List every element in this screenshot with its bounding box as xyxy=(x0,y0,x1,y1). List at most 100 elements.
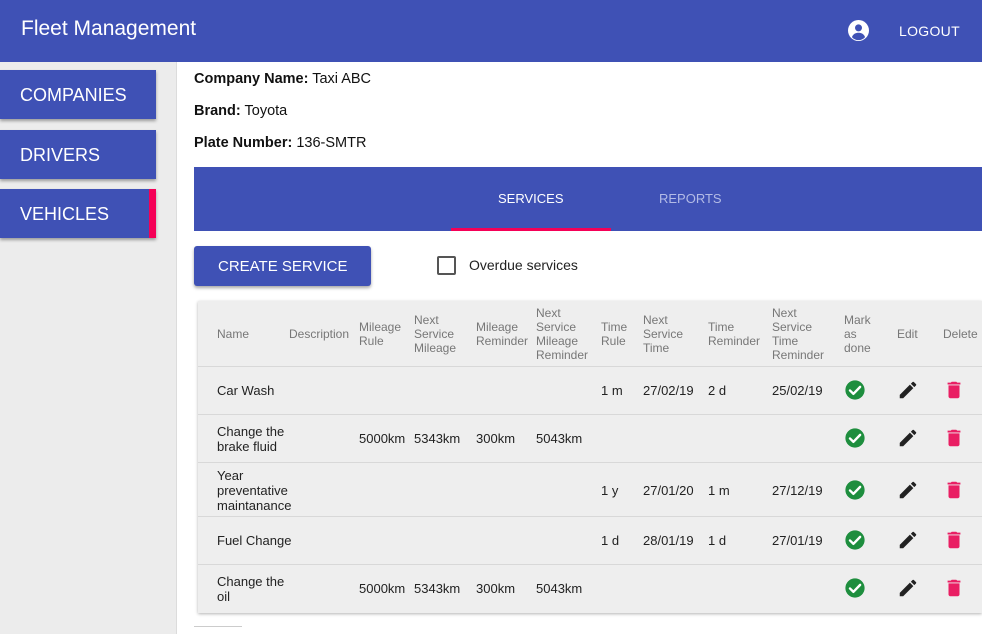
header-line: Next xyxy=(536,306,561,320)
cell-next-time-reminder: 27/01/19 xyxy=(772,533,823,548)
sidebar: COMPANIES DRIVERS VEHICLES xyxy=(0,62,177,634)
check-circle-icon[interactable] xyxy=(844,379,866,401)
edit-pencil-icon[interactable] xyxy=(897,427,919,449)
cell-time-rule: 1 d xyxy=(601,533,620,548)
cell-line: Change the xyxy=(217,424,285,439)
header-next-service-mileage-reminder: Next Service Mileage Reminder xyxy=(536,306,588,362)
account-circle-icon[interactable] xyxy=(848,20,869,41)
cell-time-reminder: 2 d xyxy=(708,383,727,398)
cell-next-time: 28/01/19 xyxy=(643,533,694,548)
sidebar-item-label: COMPANIES xyxy=(20,85,127,105)
header-line: Time xyxy=(708,320,735,334)
cell-time-reminder: 1 m xyxy=(708,483,730,498)
header-name: Name xyxy=(217,327,250,341)
header-mark-as-done: Mark as done xyxy=(844,313,871,355)
cell-next-mileage: 5343km xyxy=(414,431,461,446)
overdue-services-label: Overdue services xyxy=(469,257,578,273)
check-circle-icon[interactable] xyxy=(844,529,866,551)
header-line: Time xyxy=(643,341,670,355)
header-edit: Edit xyxy=(897,327,918,341)
sidebar-item-drivers[interactable]: DRIVERS xyxy=(0,130,156,179)
header-line: Service xyxy=(772,320,813,334)
app-title: Fleet Management xyxy=(21,17,197,40)
cell-line: oil xyxy=(217,589,231,604)
edit-pencil-icon[interactable] xyxy=(897,529,919,551)
logout-button[interactable]: LOGOUT xyxy=(899,23,960,39)
company-name-label: Company Name: xyxy=(194,71,309,87)
cell-time-rule: 1 m xyxy=(601,383,623,398)
create-service-label: CREATE SERVICE xyxy=(218,258,348,275)
header-line: Mark xyxy=(844,313,871,327)
header-line: Reminder xyxy=(708,334,761,348)
header-line: Time xyxy=(772,334,799,348)
cell-line: preventative xyxy=(217,483,288,498)
header-line: Reminder xyxy=(476,334,529,348)
delete-trash-icon[interactable] xyxy=(943,529,965,551)
header-mileage-rule: Mileage Rule xyxy=(359,320,401,348)
tab-bar: SERVICES REPORTS xyxy=(194,167,982,231)
header-line: Mileage xyxy=(359,320,402,334)
delete-trash-icon[interactable] xyxy=(943,577,965,599)
header-time-rule: Time Rule xyxy=(601,320,627,348)
header-description: Description xyxy=(289,327,350,341)
check-circle-icon[interactable] xyxy=(844,427,866,449)
header-time-reminder: Time Reminder xyxy=(708,320,760,348)
header-mileage-reminder: Mileage Reminder xyxy=(476,320,528,348)
cell-line: Fuel Change xyxy=(217,533,292,548)
plate-number-value: 136-SMTR xyxy=(296,135,367,151)
cell-name: Fuel Change xyxy=(217,533,291,548)
services-table: Name Description Mileage Rule Next Servi… xyxy=(198,301,982,613)
check-circle-icon[interactable] xyxy=(844,577,866,599)
header-line: Reminder xyxy=(536,348,589,362)
header-line: done xyxy=(844,341,871,355)
cell-name: Change the oil xyxy=(217,574,284,604)
header-next-service-time: Next Service Time xyxy=(643,313,683,355)
header-line: Reminder xyxy=(772,348,825,362)
cell-next-mileage: 5343km xyxy=(414,581,461,596)
table-row: Car Wash 1 m 27/02/19 2 d 25/02/19 xyxy=(198,366,982,415)
cell-next-time: 27/02/19 xyxy=(643,383,694,398)
header-line: Rule xyxy=(359,334,384,348)
company-name-value: Taxi ABC xyxy=(312,71,372,87)
header-line: Service xyxy=(536,320,577,334)
delete-trash-icon[interactable] xyxy=(943,479,965,501)
table-row: Year preventative maintanance 1 y 27/01/… xyxy=(198,462,982,517)
edit-pencil-icon[interactable] xyxy=(897,379,919,401)
header-line: Time xyxy=(601,320,628,334)
cell-name: Car Wash xyxy=(217,383,274,398)
cell-mileage-reminder: 300km xyxy=(476,581,516,596)
brand-line: Brand: Toyota xyxy=(194,103,287,119)
header-next-service-mileage: Next Service Mileage xyxy=(414,313,456,355)
header-line: as xyxy=(844,327,857,341)
sidebar-item-label: DRIVERS xyxy=(20,145,101,165)
overdue-services-checkbox[interactable] xyxy=(437,256,456,275)
edit-pencil-icon[interactable] xyxy=(897,479,919,501)
company-name-line: Company Name: Taxi ABC xyxy=(194,71,371,87)
header-next-service-time-reminder: Next Service Time Reminder xyxy=(772,306,824,362)
cell-line: maintanance xyxy=(217,498,292,513)
cell-next-mileage-reminder: 5043km xyxy=(536,431,583,446)
cell-mileage-reminder: 300km xyxy=(476,431,516,446)
check-circle-icon[interactable] xyxy=(844,479,866,501)
cell-time-reminder: 1 d xyxy=(708,533,727,548)
header-line: Next xyxy=(643,313,668,327)
cell-name: Change the brake fluid xyxy=(217,424,284,454)
edit-pencil-icon[interactable] xyxy=(897,577,919,599)
delete-trash-icon[interactable] xyxy=(943,427,965,449)
brand-label: Brand: xyxy=(194,103,241,119)
header-line: Next xyxy=(414,313,439,327)
delete-trash-icon[interactable] xyxy=(943,379,965,401)
tab-reports[interactable]: REPORTS xyxy=(659,191,722,206)
sidebar-item-companies[interactable]: COMPANIES xyxy=(0,70,156,119)
cell-next-time-reminder: 25/02/19 xyxy=(772,383,823,398)
cell-line: Year xyxy=(217,468,244,483)
header-line: Service xyxy=(414,327,455,341)
header-delete: Delete xyxy=(943,327,978,341)
cell-name: Year preventative maintanance xyxy=(217,468,291,513)
create-service-button[interactable]: CREATE SERVICE xyxy=(194,246,371,286)
tab-services[interactable]: SERVICES xyxy=(498,191,564,206)
plate-number-line: Plate Number: 136-SMTR xyxy=(194,135,366,151)
table-row: Change the brake fluid 5000km 5343km 300… xyxy=(198,414,982,463)
sidebar-item-vehicles[interactable]: VEHICLES xyxy=(0,189,156,238)
app-bar: Fleet Management LOGOUT xyxy=(0,0,982,62)
